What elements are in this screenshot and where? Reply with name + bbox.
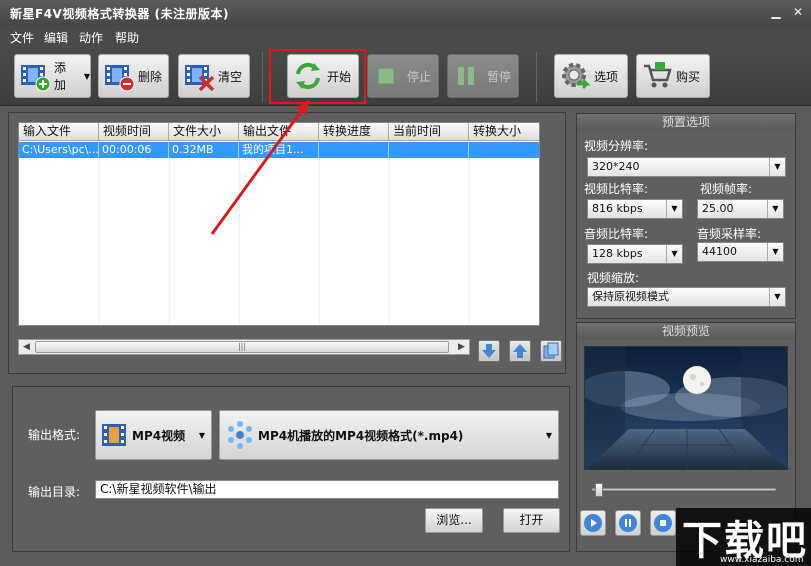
table-horizontal-scrollbar[interactable]: ◀ ||| ▶ bbox=[18, 339, 470, 355]
film-strip-icon bbox=[102, 424, 126, 446]
open-button[interactable]: 打开 bbox=[503, 508, 560, 533]
preview-seek-slider[interactable] bbox=[592, 483, 776, 497]
play-icon bbox=[584, 514, 602, 532]
preset-title: 预置选项 bbox=[577, 114, 795, 131]
framerate-select[interactable]: 25.00 ▼ bbox=[697, 199, 784, 219]
preview-pause-button[interactable] bbox=[615, 510, 641, 536]
chevron-down-icon[interactable]: ▼ bbox=[769, 158, 785, 176]
copy-button[interactable] bbox=[540, 340, 562, 362]
scroll-left-icon[interactable]: ◀ bbox=[19, 340, 34, 354]
video-bitrate-value: 816 kbps bbox=[592, 202, 643, 215]
play-button[interactable] bbox=[580, 510, 606, 536]
seek-slider-knob[interactable] bbox=[594, 483, 603, 497]
format-category-select[interactable]: MP4视频 ▼ bbox=[95, 410, 212, 460]
dots-circle-icon bbox=[228, 421, 252, 449]
audio-bitrate-value: 128 kbps bbox=[592, 247, 643, 260]
chevron-down-icon[interactable]: ▼ bbox=[199, 431, 205, 440]
resolution-select[interactable]: 320*240 ▼ bbox=[587, 157, 786, 177]
format-category-value: MP4视频 bbox=[132, 428, 186, 443]
preview-stop-button[interactable] bbox=[650, 510, 676, 536]
output-format-label: 输出格式: bbox=[28, 428, 81, 442]
pause-icon bbox=[619, 514, 637, 532]
arrow-up-icon bbox=[513, 344, 527, 358]
samplerate-label: 音频采样率: bbox=[697, 227, 762, 241]
chevron-down-icon[interactable]: ▼ bbox=[666, 200, 682, 218]
video-bitrate-select[interactable]: 816 kbps ▼ bbox=[587, 199, 683, 219]
move-up-button[interactable] bbox=[509, 340, 531, 362]
site-watermark: 下载吧 www.xiazaiba.com bbox=[676, 508, 811, 566]
moonlit-scene-icon bbox=[585, 347, 787, 469]
framerate-label: 视频帧率: bbox=[700, 182, 753, 196]
move-down-button[interactable] bbox=[478, 340, 500, 362]
output-dir-input[interactable]: C:\新星视频软件\输出 bbox=[95, 480, 559, 499]
resolution-value: 320*240 bbox=[592, 160, 640, 173]
output-dir-label: 输出目录: bbox=[28, 485, 81, 499]
format-detail-select[interactable]: MP4机播放的MP4视频格式(*.mp4) ▼ bbox=[219, 410, 559, 460]
samplerate-select[interactable]: 44100 ▼ bbox=[697, 242, 784, 262]
chevron-down-icon[interactable]: ▼ bbox=[769, 288, 785, 306]
scale-select[interactable]: 保持原视频模式 ▼ bbox=[587, 287, 786, 307]
video-bitrate-label: 视频比特率: bbox=[584, 182, 649, 196]
scrollbar-thumb[interactable]: ||| bbox=[35, 341, 449, 353]
chevron-down-icon[interactable]: ▼ bbox=[767, 200, 783, 218]
stop-icon bbox=[654, 514, 672, 532]
scale-label: 视频缩放: bbox=[587, 271, 640, 285]
scale-value: 保持原视频模式 bbox=[592, 290, 669, 303]
chevron-down-icon[interactable]: ▼ bbox=[666, 245, 682, 263]
preview-title: 视频预览 bbox=[577, 323, 795, 340]
app-window: 新星F4V视频格式转换器 (未注册版本) ▁ ✕ 文件 编辑 动作 帮助 添加 … bbox=[0, 0, 811, 566]
browse-button[interactable]: 浏览... bbox=[425, 508, 483, 533]
arrow-down-icon bbox=[482, 344, 496, 358]
audio-bitrate-label: 音频比特率: bbox=[584, 227, 649, 241]
audio-bitrate-select[interactable]: 128 kbps ▼ bbox=[587, 244, 683, 264]
format-detail-value: MP4机播放的MP4视频格式(*.mp4) bbox=[258, 428, 464, 443]
chevron-down-icon[interactable]: ▼ bbox=[767, 243, 783, 261]
video-preview-image bbox=[584, 346, 788, 470]
samplerate-value: 44100 bbox=[702, 245, 737, 258]
resolution-label: 视频分辨率: bbox=[584, 139, 649, 153]
framerate-value: 25.00 bbox=[702, 202, 734, 215]
copy-icon bbox=[543, 342, 559, 359]
watermark-url: www.xiazaiba.com bbox=[720, 555, 804, 565]
chevron-down-icon[interactable]: ▼ bbox=[546, 431, 552, 440]
scroll-right-icon[interactable]: ▶ bbox=[454, 340, 469, 354]
